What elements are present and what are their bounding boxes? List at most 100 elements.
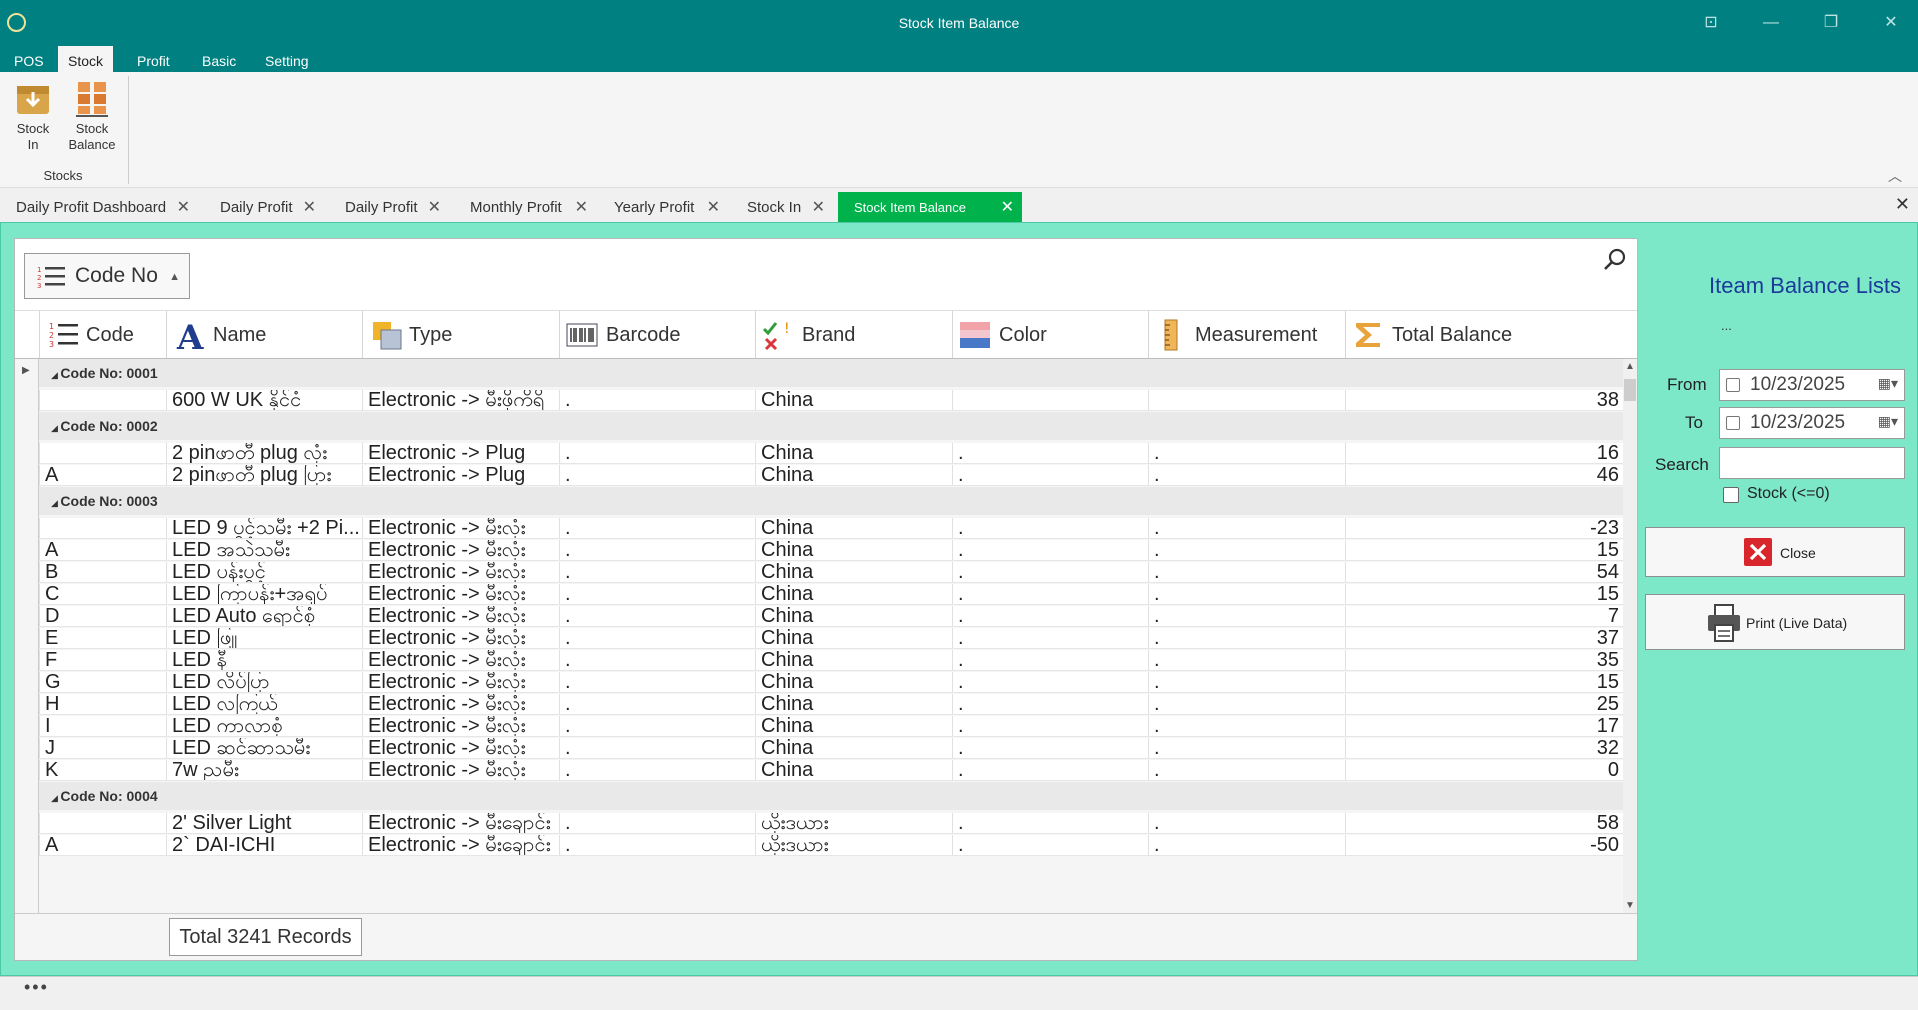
table-row[interactable]: G LED လိပ်ပြာ Electronic -> မီးလုံး. China.… <box>39 672 1623 693</box>
ribbon-tab-profit[interactable]: Profit <box>127 46 180 72</box>
close-window-button[interactable]: ✕ <box>1878 10 1904 36</box>
search-icon[interactable] <box>1602 247 1628 273</box>
stock-balance-button[interactable]: Stock Balance <box>64 78 120 153</box>
ribbon-display-icon[interactable]: ⊡ <box>1698 10 1724 36</box>
group-row[interactable]: ◢ Code No: 0004 <box>39 782 1623 810</box>
doc-tab-daily-profit-2[interactable]: Daily Profit ✕ <box>329 192 449 222</box>
table-row[interactable]: B LED ပန်းပွင့် Electronic -> မီးလုံး. Chin… <box>39 562 1623 583</box>
table-row[interactable]: F LED နီ Electronic -> မီးလုံး. China.. 35 <box>39 650 1623 671</box>
column-header-type[interactable]: Type <box>362 311 559 358</box>
close-tab-icon[interactable]: ✕ <box>812 192 825 224</box>
chip-dropdown-icon[interactable]: ▲ <box>169 255 180 299</box>
to-date-checkbox[interactable] <box>1726 416 1740 430</box>
expand-group-icon[interactable]: ◢ <box>51 423 60 433</box>
column-header-brand[interactable]: ! Brand <box>755 311 952 358</box>
ribbon-tab-pos[interactable]: POS <box>4 46 54 72</box>
expand-group-icon[interactable]: ◢ <box>51 498 60 508</box>
table-row[interactable]: 2 pinဖာတီ plug လုံး Electronic -> Plug. Ch… <box>39 443 1623 464</box>
close-tab-icon[interactable]: ✕ <box>707 192 720 224</box>
cell-type: Electronic -> မီးလုံး <box>362 694 559 714</box>
cell-measurement: . <box>1148 738 1345 758</box>
doc-tab-stock-item-balance[interactable]: Stock Item Balance ✕ <box>838 192 1022 222</box>
doc-tab-monthly-profit[interactable]: Monthly Profit ✕ <box>454 192 596 222</box>
expand-group-icon[interactable]: ◢ <box>51 793 60 803</box>
column-header-color[interactable]: Color <box>952 311 1148 358</box>
cell-name: 2 pinဖာတီ plug လုံး <box>166 443 362 463</box>
cell-barcode: . <box>559 606 755 626</box>
search-input[interactable] <box>1719 447 1905 479</box>
doc-tab-daily-profit-dashboard[interactable]: Daily Profit Dashboard ✕ <box>0 192 198 222</box>
table-row[interactable]: I LED ကာလာစုံ Electronic -> မီးလုံး. China.… <box>39 716 1623 737</box>
table-row[interactable]: 600 W UK နိုင်ငံ Electronic -> မီးဖိုကိရိ… <box>39 390 1623 411</box>
cell-measurement: . <box>1148 760 1345 780</box>
group-row[interactable]: ◢ Code No: 0002 <box>39 412 1623 440</box>
calendar-dropdown-icon[interactable]: ▦▾ <box>1878 413 1898 430</box>
sort-list-icon: 1 2 3 <box>37 266 65 290</box>
table-row[interactable]: A LED အသဲသမီး Electronic -> မီးလုံး. China.… <box>39 540 1623 561</box>
close-tab-icon[interactable]: ✕ <box>575 192 588 224</box>
close-tab-icon[interactable]: ✕ <box>1001 192 1014 224</box>
svg-text:1: 1 <box>49 322 54 331</box>
ribbon-tab-stock[interactable]: Stock <box>58 46 114 72</box>
table-row[interactable]: C LED ကြာပန်း+အရုပ် Electronic -> မီးလုံး.… <box>39 584 1623 605</box>
vertical-scrollbar[interactable]: ▲ ▼ <box>1623 359 1637 913</box>
table-row[interactable]: A2 pinဖာတီ plug ပြား Electronic -> Plug. C… <box>39 465 1623 486</box>
group-label-text: Code No: 0001 <box>60 365 158 381</box>
close-tab-icon[interactable]: ✕ <box>303 192 316 224</box>
minimize-button[interactable]: — <box>1758 10 1784 36</box>
doc-tab-daily-profit[interactable]: Daily Profit ✕ <box>204 192 324 222</box>
print-button[interactable]: Print (Live Data) <box>1645 594 1905 650</box>
group-by-code-no-chip[interactable]: 1 2 3 Code No ▲ <box>24 253 190 299</box>
cell-barcode: . <box>559 518 755 538</box>
group-row-label: ◢ Code No: 0003 <box>51 493 158 509</box>
scroll-down-icon[interactable]: ▼ <box>1625 900 1635 911</box>
scroll-up-icon[interactable]: ▲ <box>1625 361 1635 372</box>
content-area: 1 2 3 Code No ▲ 1 2 3 Code A Name Type B… <box>0 222 1918 976</box>
ribbon-group-label: Stocks <box>43 168 83 183</box>
cell-measurement: . <box>1148 518 1345 538</box>
close-all-tabs-icon[interactable]: ✕ <box>1895 194 1910 215</box>
group-row[interactable]: ◢ Code No: 0001 <box>39 359 1623 387</box>
table-row[interactable]: LED 9 ပွင့်သမီး +2 Pi... Electronic -> မီ… <box>39 518 1623 539</box>
doc-tab-stock-in[interactable]: Stock In ✕ <box>731 192 833 222</box>
doc-tab-yearly-profit[interactable]: Yearly Profit ✕ <box>598 192 728 222</box>
cell-measurement: . <box>1148 835 1345 855</box>
column-header-total-balance[interactable]: Total Balance <box>1345 311 1623 358</box>
table-row[interactable]: E LED ဖြူ Electronic -> မီးလုံး. China.. 37 <box>39 628 1623 649</box>
from-date-checkbox[interactable] <box>1726 378 1740 392</box>
calendar-dropdown-icon[interactable]: ▦▾ <box>1878 375 1898 392</box>
table-row[interactable]: 2' Silver Light Electronic -> မီးချောင်း.… <box>39 813 1623 834</box>
stock-in-button[interactable]: Stock In <box>5 78 61 153</box>
table-row[interactable]: J LED ဆင်ဆာသမီး Electronic -> မီးလုံး. Chin… <box>39 738 1623 759</box>
cell-total: 46 <box>1345 465 1623 485</box>
close-tab-icon[interactable]: ✕ <box>177 192 190 224</box>
table-row[interactable]: K 7w ညမီး Electronic -> မီးလုံး. China.. 0 <box>39 760 1623 781</box>
stock-filter-checkbox[interactable] <box>1723 487 1739 503</box>
cell-barcode: . <box>559 650 755 670</box>
close-button[interactable]: Close <box>1645 527 1905 577</box>
collapse-ribbon-icon[interactable]: ︿ <box>1888 166 1902 186</box>
column-header-measurement[interactable]: Measurement <box>1148 311 1345 358</box>
cell-code: G <box>39 672 166 692</box>
expand-group-icon[interactable]: ◢ <box>51 370 60 380</box>
stock-balance-label-1: Stock <box>75 121 109 136</box>
column-header-code[interactable]: 1 2 3 Code <box>39 311 166 358</box>
ribbon-tab-basic[interactable]: Basic <box>192 46 246 72</box>
close-tab-icon[interactable]: ✕ <box>428 192 441 224</box>
column-header-name[interactable]: A Name <box>166 311 362 358</box>
to-label: To <box>1685 413 1703 432</box>
from-date-picker[interactable]: 10/23/2025 ▦▾ <box>1719 369 1905 401</box>
row-indicator-arrow-icon: ▶ <box>22 365 30 376</box>
table-row[interactable]: D LED Auto ရောင်စုံ Electronic -> မီးလုံး.… <box>39 606 1623 627</box>
group-by-label: Code No <box>75 264 158 287</box>
group-row[interactable]: ◢ Code No: 0003 <box>39 487 1623 515</box>
restore-button[interactable]: ❐ <box>1818 10 1844 36</box>
ribbon-tab-setting[interactable]: Setting <box>255 46 319 72</box>
to-date-picker[interactable]: 10/23/2025 ▦▾ <box>1719 407 1905 439</box>
column-header-barcode[interactable]: Barcode <box>559 311 755 358</box>
scroll-thumb[interactable] <box>1624 379 1636 401</box>
cell-brand: China <box>755 760 952 780</box>
table-row[interactable]: H LED လကြယ် Electronic -> မီးလုံး. China.. 2… <box>39 694 1623 715</box>
table-row[interactable]: A 2` DAI-ICHI Electronic -> မီးချောင်း. ယို… <box>39 835 1623 856</box>
cell-color: . <box>952 540 1148 560</box>
